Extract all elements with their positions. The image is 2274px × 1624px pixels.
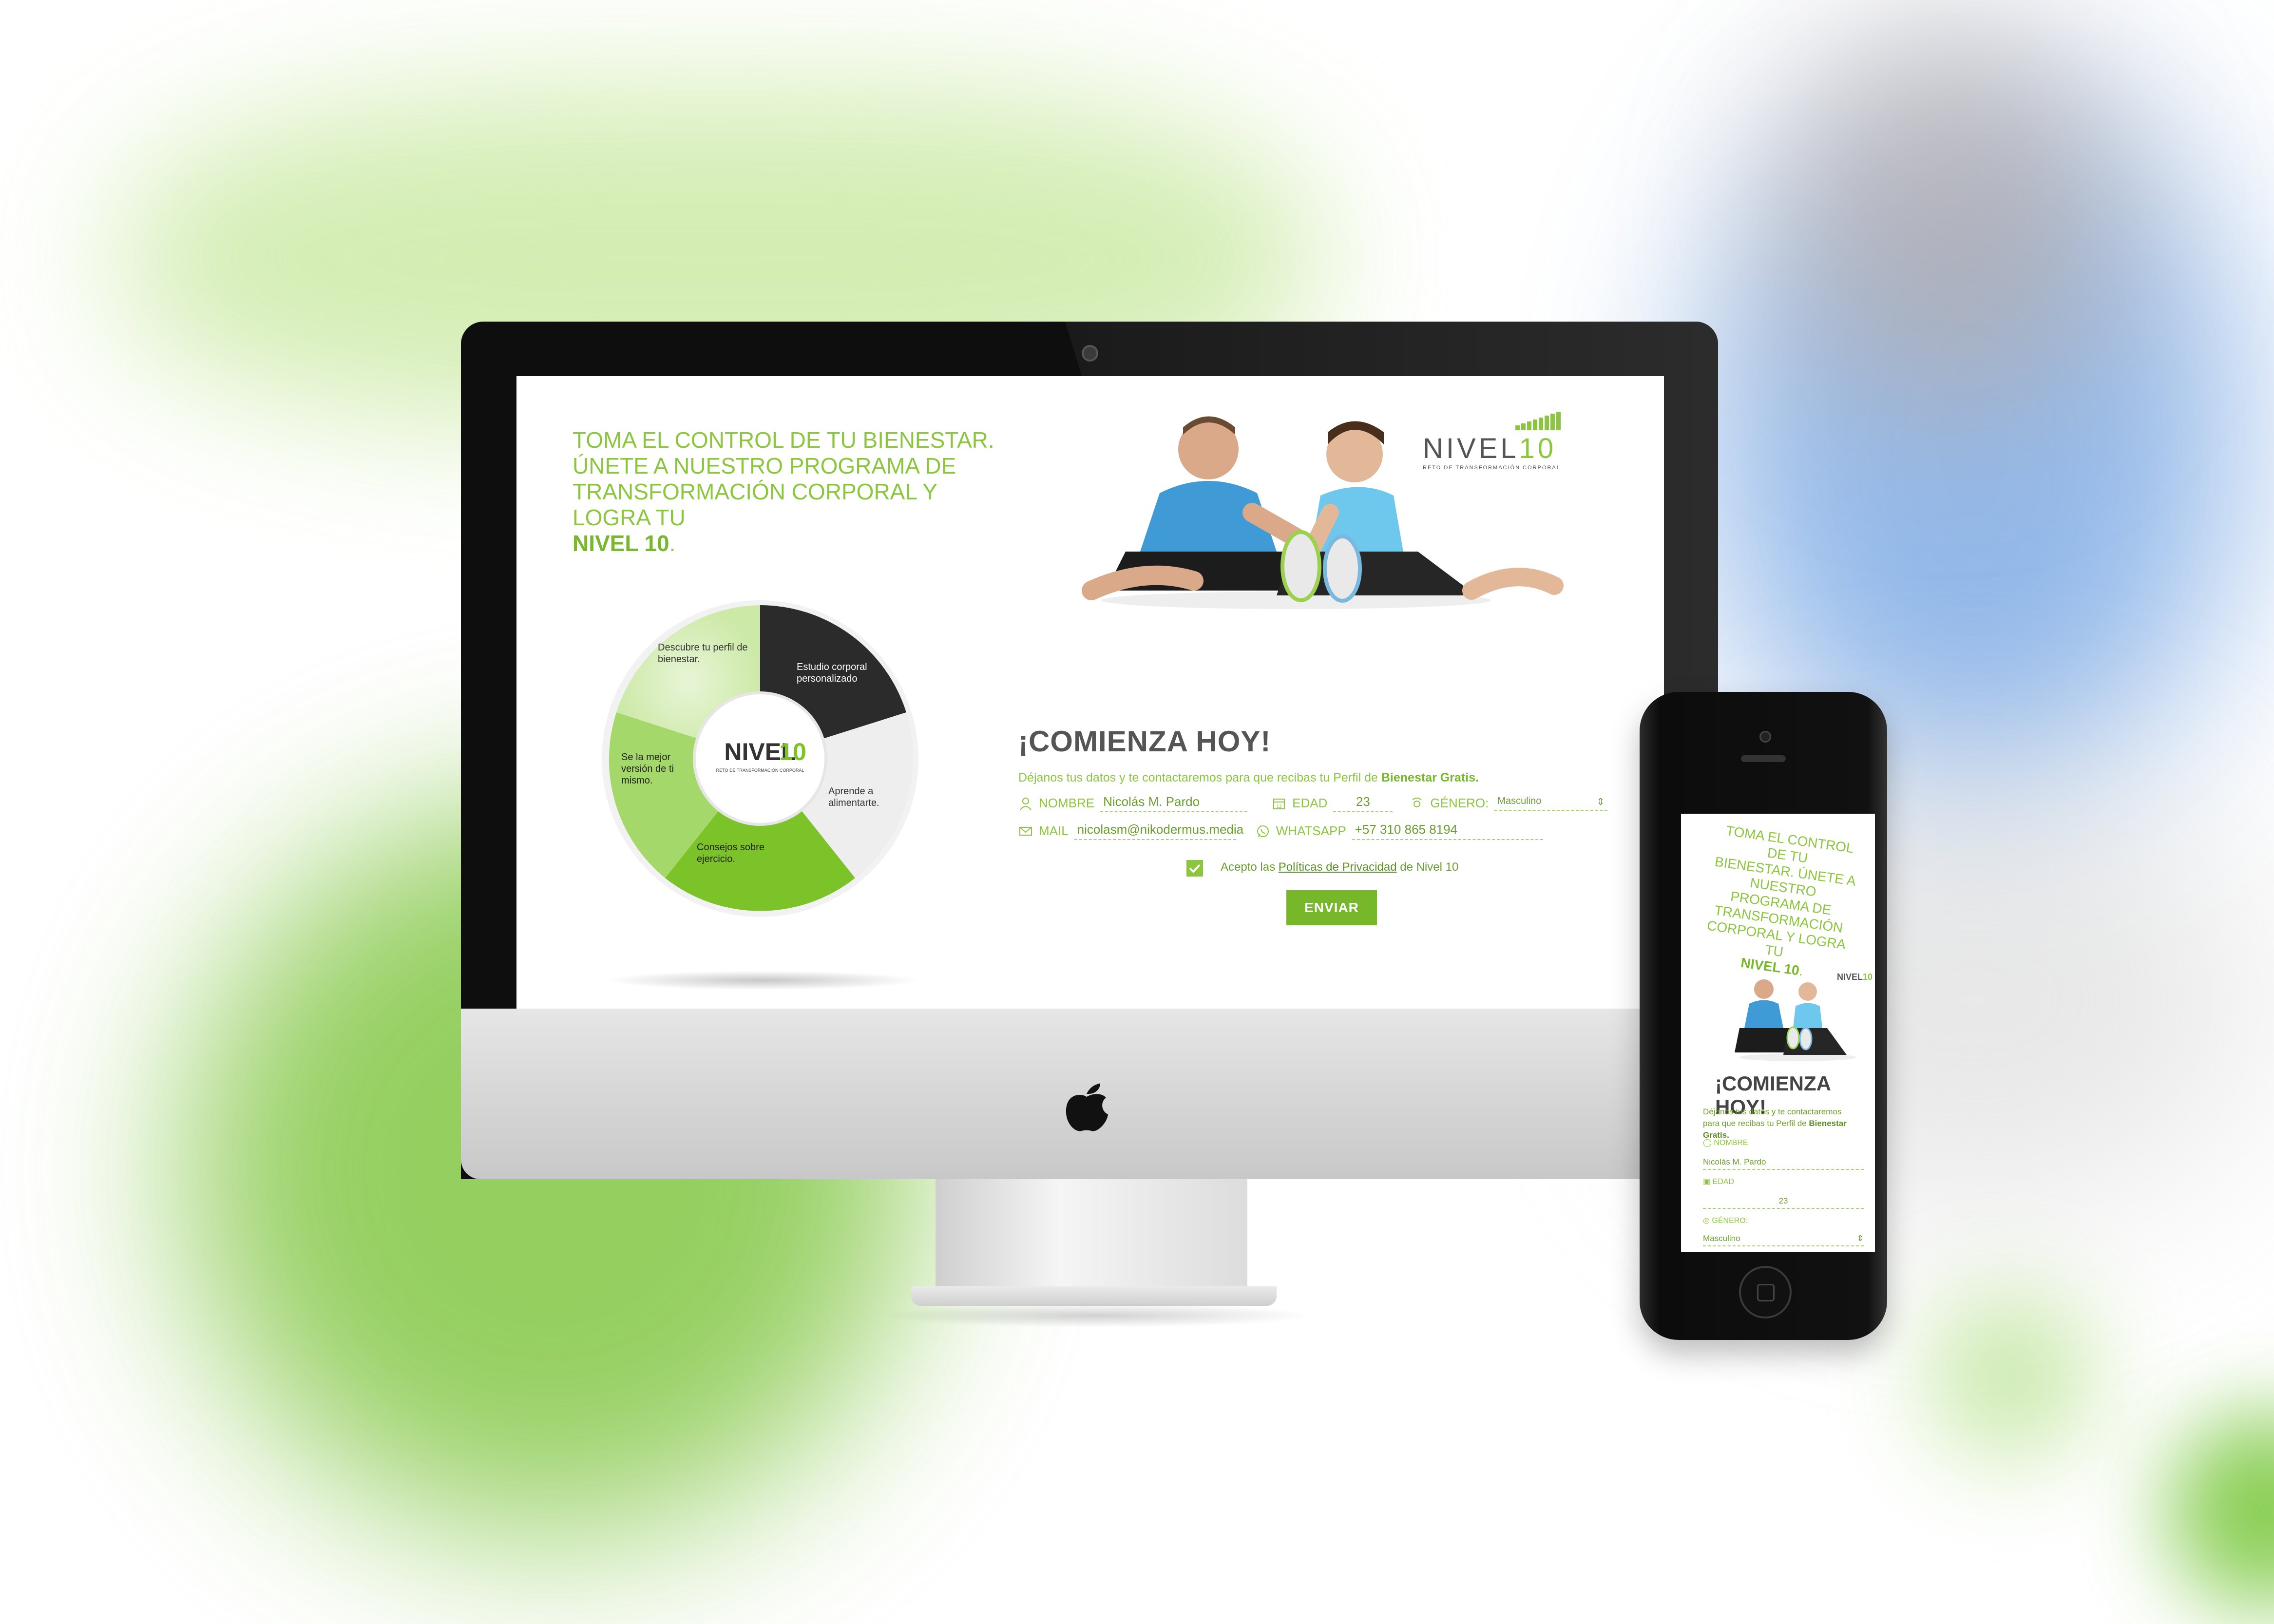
wheel-center-number: 10 <box>779 738 806 765</box>
user-icon <box>1020 797 1032 810</box>
wheel-label: Estudio corporal personalizado <box>797 662 867 684</box>
user-icon: ◯ <box>1703 1139 1714 1147</box>
mobile-nombre-field[interactable]: Nicolás M. Pardo <box>1703 1157 1864 1170</box>
mail-label: MAIL <box>1039 823 1069 838</box>
mail-field[interactable]: nicolasm@nikodermus.media <box>1074 822 1243 840</box>
whatsapp-icon <box>1257 825 1269 837</box>
mobile-edad-field[interactable]: 23 <box>1703 1196 1864 1209</box>
genero-label: GÉNERO: <box>1430 796 1489 810</box>
wheel-label: Consejos sobre ejercicio. <box>697 842 764 864</box>
edad-label: EDAD <box>1712 1178 1735 1186</box>
home-square-icon <box>1757 1284 1775 1301</box>
imac-stand-base <box>911 1286 1277 1306</box>
calendar-icon: ▣ <box>1703 1178 1713 1186</box>
genero-label: GÉNERO: <box>1712 1217 1748 1225</box>
wheel-label: Aprende a alimentarte. <box>828 786 879 808</box>
intro-bold: Bienestar Gratis. <box>1381 771 1479 784</box>
checkmark-icon <box>1189 864 1201 873</box>
background-blur-face <box>1778 29 2120 419</box>
apple-logo-icon <box>1066 1083 1108 1131</box>
accept-suffix: de Nivel 10 <box>1400 860 1459 874</box>
front-camera-icon <box>1759 731 1771 743</box>
form-row-2: MAIL nicolasm@nikodermus.media WHATSAPP … <box>1018 822 1543 840</box>
wheel-center-tagline: RETO DE TRANSFORMACIÓN CORPORAL <box>716 768 804 773</box>
accept-prefix: Acepto las <box>1221 860 1276 874</box>
logo-word: NIVEL <box>1423 433 1519 464</box>
send-button[interactable]: ENVIAR <box>1286 890 1377 925</box>
select-arrows-icon: ⇕ <box>1596 797 1605 807</box>
mobile-logo: NIVEL10 <box>1837 972 1873 982</box>
background-blur-light-green <box>1925 1291 2095 1462</box>
select-arrows-icon: ⇕ <box>1856 1234 1864 1243</box>
nombre-label: NOMBRE <box>1039 796 1095 810</box>
calendar-icon: 12 <box>1273 798 1285 809</box>
headline-bold: NIVEL 10 <box>573 531 669 556</box>
page-headline: TOMA EL CONTROL DE TU BIENESTAR. ÚNETE A… <box>573 427 1011 556</box>
svg-text:12: 12 <box>1277 804 1282 809</box>
camera-icon <box>1082 345 1098 362</box>
mobile-genero-label-row: ◎ GÉNERO: <box>1703 1216 1864 1225</box>
logo-bars-icon <box>1515 412 1561 430</box>
nombre-field[interactable]: Nicolás M. Pardo <box>1100 794 1248 812</box>
wheel-shadow <box>604 971 921 990</box>
privacy-checkbox[interactable] <box>1186 860 1203 877</box>
logo-tagline: RETO DE TRANSFORMACIÓN CORPORAL <box>1423 465 1561 471</box>
brand-logo: NIVEL10 RETO DE TRANSFORMACIÓN CORPORAL <box>1423 412 1561 471</box>
home-button[interactable] <box>1739 1266 1792 1318</box>
mobile-logo-number: 10 <box>1863 972 1873 982</box>
mobile-logo-word: NIVEL <box>1837 972 1863 982</box>
privacy-policy-link[interactable]: Políticas de Privacidad <box>1279 860 1397 874</box>
nombre-label: NOMBRE <box>1714 1139 1748 1147</box>
imac-stand <box>936 1179 1247 1291</box>
intro-text: Déjanos tus datos y te contactaremos par… <box>1018 771 1378 784</box>
mobile-form-intro: Déjanos tus datos y te contactaremos par… <box>1703 1106 1859 1141</box>
mobile-hero-photo <box>1735 979 1856 1061</box>
edad-field[interactable]: 23 <box>1333 794 1393 812</box>
genero-select[interactable]: Masculino ⇕ <box>1494 796 1608 811</box>
edad-label: EDAD <box>1292 796 1328 810</box>
speaker-grille <box>1741 755 1786 762</box>
headline-line: TOMA EL CONTROL DE TU BIENESTAR. <box>573 427 994 453</box>
form-row-1: NOMBRE Nicolás M. Pardo 12 EDAD 23 GÉNER… <box>1018 794 1608 812</box>
form-intro: Déjanos tus datos y te contactaremos par… <box>1018 771 1479 785</box>
mobile-edad-label-row: ▣ EDAD <box>1703 1177 1864 1186</box>
mobile-headline: TOMA EL CONTROL DE TU BIENESTAR. ÚNETE A… <box>1699 822 1863 985</box>
headline-line: TRANSFORMACIÓN CORPORAL Y LOGRA TU <box>573 479 937 530</box>
whatsapp-label: WHATSAPP <box>1276 823 1346 838</box>
headline-line: NIVEL 10. <box>573 531 1011 556</box>
mobile-screen: TOMA EL CONTROL DE TU BIENESTAR. ÚNETE A… <box>1681 814 1875 1252</box>
gender-icon: ◎ <box>1703 1217 1712 1225</box>
imac-shadow <box>877 1303 1316 1328</box>
background-blur-green-corner <box>2168 1413 2274 1608</box>
gender-icon <box>1412 797 1422 807</box>
headline-end: . <box>669 531 676 556</box>
genero-value: Masculino <box>1703 1234 1740 1243</box>
privacy-accept-text: Acepto las Políticas de Privacidad de Ni… <box>1221 860 1458 874</box>
cta-heading: ¡COMIENZA HOY! <box>1018 725 1271 758</box>
headline-line: ÚNETE A NUESTRO PROGRAMA DE <box>573 453 956 478</box>
whatsapp-field[interactable]: +57 310 865 8194 <box>1352 822 1543 840</box>
mail-icon <box>1019 826 1032 836</box>
mobile-nombre-label-row: ◯ NOMBRE <box>1703 1138 1864 1147</box>
wheel-label: Se la mejor versión de ti mismo. <box>621 752 674 786</box>
logo-number: 10 <box>1519 433 1557 464</box>
genero-value: Masculino <box>1497 796 1542 806</box>
mobile-genero-select[interactable]: Masculino ⇕ <box>1703 1234 1864 1246</box>
desktop-screen: TOMA EL CONTROL DE TU BIENESTAR. ÚNETE A… <box>516 376 1664 1009</box>
wheel-label: Descubre tu perfil de bienestar. <box>658 642 748 665</box>
